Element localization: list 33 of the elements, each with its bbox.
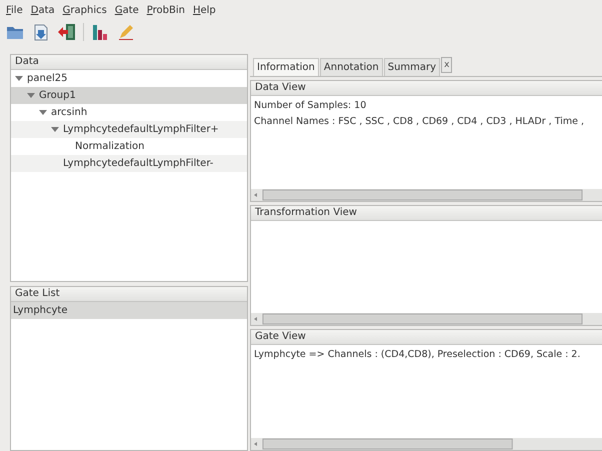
exit-icon[interactable] <box>57 22 77 42</box>
tree-item[interactable]: arcsinh <box>51 107 88 118</box>
panel-header: Gate List <box>11 287 247 302</box>
menu-item[interactable]: Graphics <box>62 4 107 16</box>
menu-item[interactable]: ProbBin <box>146 4 185 16</box>
expander-icon[interactable] <box>27 92 35 100</box>
panel-header: Data <box>11 55 247 70</box>
scrollbar[interactable] <box>251 313 602 326</box>
view-header: Gate View <box>251 330 602 346</box>
info-text: Number of Samples: 10 <box>254 99 368 113</box>
menu-item[interactable]: Gate <box>114 4 139 16</box>
tab[interactable]: Summary <box>384 58 440 76</box>
expander-icon[interactable] <box>15 74 23 82</box>
expander-icon[interactable] <box>51 126 59 134</box>
tab[interactable]: Information <box>253 58 319 76</box>
info-text: Lymphcyte => Channels : (CD4,CD8), Preselection : CD69, Scale : 2. <box>254 348 582 362</box>
expander-icon[interactable] <box>39 108 47 116</box>
tree-item[interactable]: panel25 <box>27 73 68 84</box>
tree-item[interactable]: Normalization <box>75 141 144 152</box>
menu-item[interactable]: Help <box>192 4 216 16</box>
tree-item[interactable]: Group1 <box>39 90 76 101</box>
list-item[interactable]: Lymphcyte <box>11 302 247 319</box>
tab[interactable]: Annotation <box>320 58 383 76</box>
scrollbar[interactable] <box>251 438 602 450</box>
scrollbar[interactable] <box>251 188 602 201</box>
info-text: Channel Names : FSC , SSC , CD8 , CD69 , CD4 , CD3 , HLADr , Time , <box>254 115 585 129</box>
pencil-icon[interactable] <box>116 22 136 42</box>
menu-item[interactable]: File <box>6 4 23 16</box>
view-header: Data View <box>251 81 602 96</box>
bar-chart-icon[interactable] <box>90 22 110 42</box>
close-tab-button[interactable]: x <box>441 57 452 73</box>
view-header: Transformation View <box>251 206 602 221</box>
menu-item[interactable]: Data <box>30 4 55 16</box>
